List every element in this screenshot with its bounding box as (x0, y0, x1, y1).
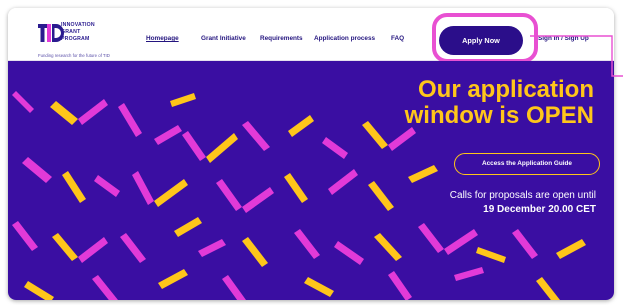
calls-for-proposals-text: Calls for proposals are open until 19 De… (450, 189, 596, 217)
calls-open-label: Calls for proposals are open until (449, 190, 596, 201)
logo-name-line-3: PROGRAM (61, 36, 90, 42)
apply-button-highlight-ring (432, 13, 538, 63)
browser-window: INNOVATION GRANT PROGRAM Funding researc… (8, 8, 614, 300)
application-guide-button[interactable]: Access the Application Guide (454, 153, 600, 175)
deadline-date: 19 December 20.00 CET (483, 204, 596, 215)
logo-tagline: Funding research for the future of TID (38, 53, 110, 58)
nav-faq[interactable]: FAQ (391, 35, 404, 42)
nav-grant-initiative[interactable]: Grant Initiative (201, 35, 246, 42)
nav-requirements[interactable]: Requirements (260, 35, 303, 42)
callout-connector-line (538, 68, 614, 108)
site-logo[interactable]: INNOVATION GRANT PROGRAM Funding researc… (38, 22, 138, 60)
hero-banner: Our application window is OPEN Access th… (8, 61, 614, 300)
nav-sign-in-sign-up[interactable]: Sign In / Sign Up (538, 35, 589, 42)
site-header: INNOVATION GRANT PROGRAM Funding researc… (8, 8, 614, 63)
nav-application-process[interactable]: Application process (314, 35, 375, 42)
nav-homepage[interactable]: Homepage (146, 35, 179, 42)
logo-name-line-1: INNOVATION (61, 22, 95, 28)
logo-name-line-2: GRANT (61, 29, 81, 35)
